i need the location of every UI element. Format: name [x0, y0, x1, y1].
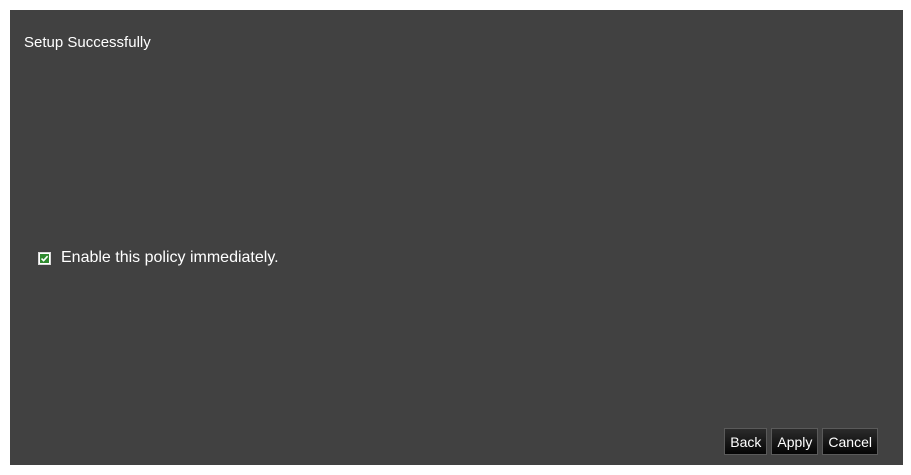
enable-policy-checkbox[interactable]	[38, 251, 51, 265]
back-button[interactable]: Back	[724, 428, 768, 455]
setup-dialog: Setup Successfully Enable this policy im…	[10, 10, 903, 465]
enable-policy-label: Enable this policy immediately.	[61, 249, 279, 266]
enable-policy-option[interactable]: Enable this policy immediately.	[38, 248, 279, 268]
dialog-title: Setup Successfully	[24, 34, 151, 51]
checkmark-icon	[40, 253, 49, 263]
cancel-button[interactable]: Cancel	[822, 428, 878, 455]
apply-button[interactable]: Apply	[771, 428, 819, 455]
dialog-buttons: Back Apply Cancel	[724, 428, 878, 455]
